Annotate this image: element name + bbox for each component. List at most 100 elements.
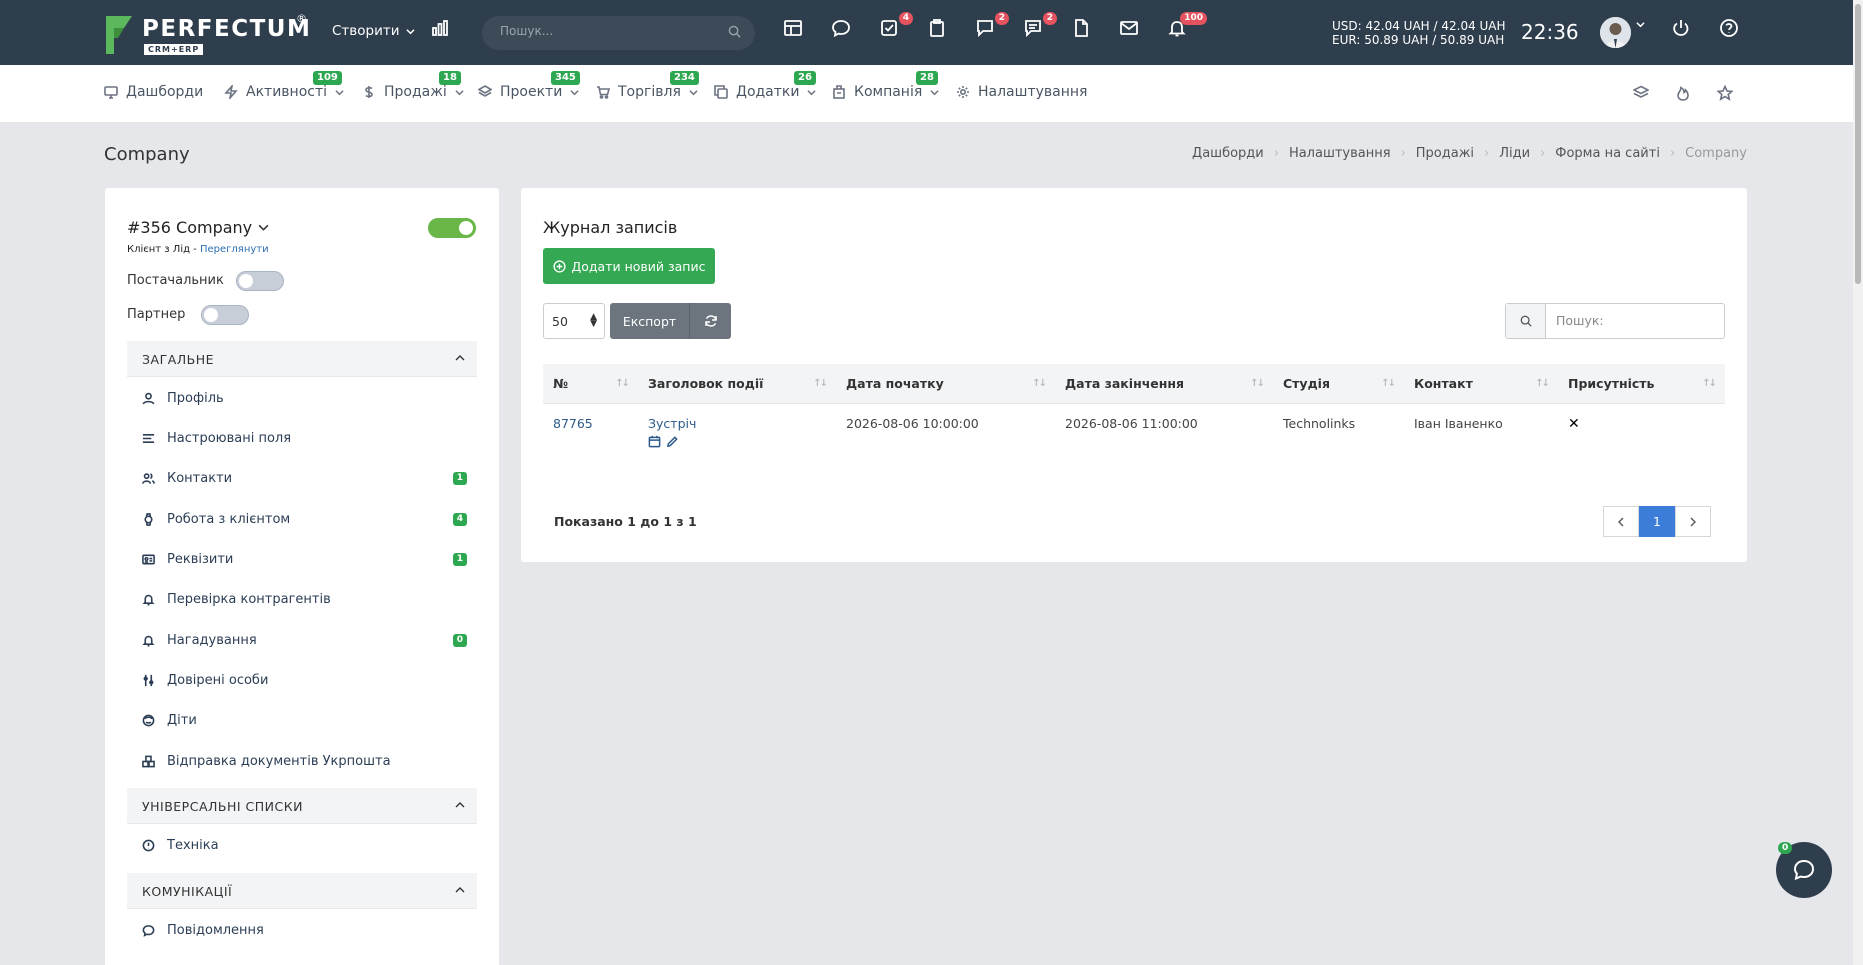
table-search-input[interactable] [1556,313,1716,328]
menu-item-messages[interactable]: Повідомлення [142,923,467,938]
menu-item-requisites[interactable]: Реквізити 1 [142,552,467,567]
per-page-select[interactable]: 50 ▲ ▼ [543,303,605,339]
breadcrumb-item[interactable]: Форма на сайті [1555,146,1660,161]
avatar[interactable] [1600,17,1631,48]
clipboard-button[interactable] [927,18,957,48]
record-title[interactable]: Зустріч [648,416,826,431]
chat-messages-button[interactable]: 2 [975,12,1009,48]
record-end: 2026-08-06 11:00:00 [1065,416,1198,431]
record-contact: Іван Іваненко [1414,416,1503,431]
menu-item-profile[interactable]: Профіль [142,391,467,406]
menu-label: Відправка документів Укрпошта [167,754,391,769]
fire-icon [1677,86,1689,101]
add-record-button[interactable]: Додати новий запис [543,248,715,284]
breadcrumb-separator: › [1484,146,1490,161]
breadcrumb-item[interactable]: Дашборди [1192,146,1264,161]
chevron-up-icon [455,355,465,361]
column-header-contact[interactable]: Контакт ↑↓ [1404,364,1558,404]
nav-item-sales[interactable]: Продажі 18 [362,71,464,100]
nav-item-addons[interactable]: Додатки 26 [714,71,817,100]
calendar-icon[interactable] [648,435,661,448]
stats-button[interactable] [430,18,460,48]
chat-button[interactable] [831,18,861,48]
documents-button[interactable] [1071,18,1101,48]
column-header-presence[interactable]: Присутність ↑↓ [1558,364,1725,404]
search-icon [1506,304,1546,338]
nav-item-trade[interactable]: Торгівля 234 [596,71,699,100]
nav-item-company[interactable]: Компанія 28 [832,71,939,100]
building-icon [833,85,845,99]
chat-bubble-icon [832,20,850,38]
notifications-button[interactable]: 100 [1167,12,1207,48]
section-communications-header[interactable]: КОМУНІКАЦІЇ [127,873,477,909]
bolt-icon [224,85,238,99]
global-search[interactable] [482,16,755,50]
menu-item-equipment[interactable]: Техніка [142,838,467,853]
section-general-header[interactable]: ЗАГАЛЬНЕ [127,341,477,377]
chevron-up-icon [455,802,465,808]
column-header-end[interactable]: Дата закінчення ↑↓ [1055,364,1273,404]
nav-item-projects[interactable]: Проекти 345 [478,71,580,100]
user-menu-toggle[interactable] [1636,18,1652,48]
breadcrumb-item[interactable]: Ліди [1499,146,1530,161]
pagination-page[interactable]: 1 [1639,506,1675,537]
breadcrumb-current: Company [1685,146,1747,161]
menu-item-ukrposhta[interactable]: Відправка документів Укрпошта [142,754,467,769]
company-name-dropdown[interactable]: #356 Company [127,218,269,237]
nav-label: Налаштування [978,84,1088,100]
mail-button[interactable] [1119,18,1149,48]
sort-icon: ↑↓ [1250,378,1265,389]
logo-text: PERFECTUM [142,16,312,42]
menu-item-reminders[interactable]: Нагадування 0 [142,633,467,648]
column-header-title[interactable]: Заголовок події ↑↓ [638,364,836,404]
calendar-table-button[interactable] [783,18,813,48]
supplier-toggle[interactable] [236,271,284,291]
help-button[interactable] [1719,18,1749,48]
favorites-button[interactable] [1716,84,1734,105]
record-id[interactable]: 87765 [543,404,638,461]
layers-icon [1632,85,1650,98]
create-dropdown-button[interactable]: Створити [332,23,415,39]
count-badge: 4 [452,513,467,526]
column-header-studio[interactable]: Студія ↑↓ [1273,364,1404,404]
menu-item-counterparty-check[interactable]: Перевірка контрагентів [142,592,467,607]
refresh-button[interactable] [689,303,731,339]
menu-item-contacts[interactable]: Контакти 1 [142,471,467,486]
nav-item-activities[interactable]: Активності 109 [224,71,344,100]
table-search[interactable] [1505,303,1725,339]
support-chat-button[interactable]: 0 [1776,842,1832,898]
toggle-knob [239,274,253,288]
pagination-next[interactable] [1675,506,1711,537]
view-lead-link[interactable]: Переглянути [200,244,269,255]
column-header-number[interactable]: № ↑↓ [543,364,638,404]
breadcrumb-item[interactable]: Налаштування [1289,146,1391,161]
logout-button[interactable] [1671,18,1701,48]
create-label: Створити [332,23,400,39]
menu-item-client-work[interactable]: Робота з клієнтом 4 [142,512,467,527]
watch-icon [144,513,153,526]
menu-label: Техніка [167,838,219,853]
export-button[interactable]: Експорт [610,303,689,339]
fire-button[interactable] [1675,85,1691,105]
menu-item-trusted-persons[interactable]: Довірені особи [142,673,467,688]
scrollbar-thumb[interactable] [1855,4,1861,284]
layers-button[interactable] [1632,85,1650,105]
menu-item-children[interactable]: Діти [142,713,467,728]
nav-item-dashboards[interactable]: Дашборди [104,84,203,100]
page-scrollbar[interactable] [1853,0,1863,965]
comments-button[interactable]: 2 [1023,12,1057,48]
partner-toggle[interactable] [201,305,249,325]
sort-icon: ↑↓ [813,378,828,389]
tasks-button[interactable]: 4 [879,12,913,48]
active-toggle[interactable] [428,218,476,238]
pagination-prev[interactable] [1603,506,1639,537]
nav-item-settings[interactable]: Налаштування [956,84,1087,100]
pencil-icon[interactable] [666,435,679,448]
logo[interactable]: PERFECTUM ® CRM+ERP [104,12,314,58]
global-search-input[interactable] [500,24,710,38]
column-header-start[interactable]: Дата початку ↑↓ [836,364,1055,404]
file-icon [1075,19,1088,37]
breadcrumb-item[interactable]: Продажі [1416,146,1474,161]
section-universal-header[interactable]: УНІВЕРСАЛЬНІ СПИСКИ [127,788,477,824]
menu-item-custom-fields[interactable]: Настроювані поля [142,431,467,446]
